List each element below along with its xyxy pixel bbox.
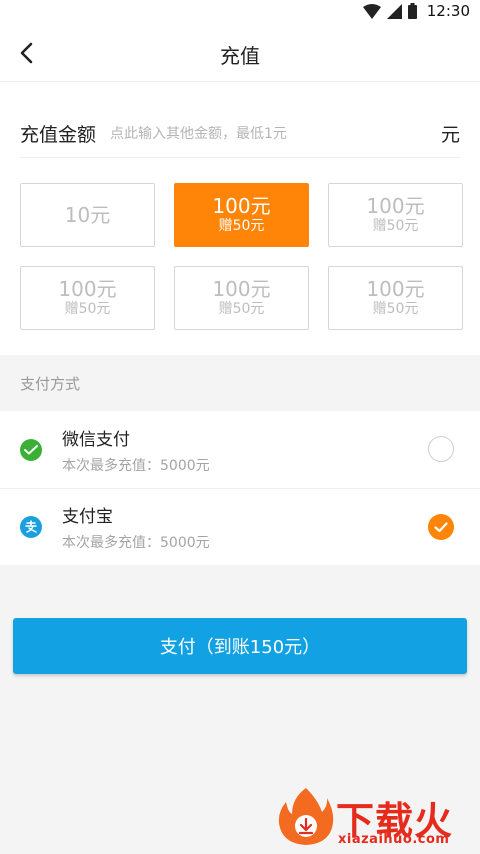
option-bonus: 赠50元 xyxy=(372,301,419,317)
amount-label: 充值金额 xyxy=(20,124,97,146)
wechat-radio[interactable] xyxy=(428,436,454,462)
payment-method-name: 微信支付 xyxy=(62,429,130,450)
option-amount: 100元 xyxy=(366,277,425,301)
option-amount: 100元 xyxy=(58,277,117,301)
wifi-icon xyxy=(362,3,381,19)
watermark-url: xiazaihuo.com xyxy=(338,832,450,847)
amount-option[interactable]: 100元 赠50元 xyxy=(328,266,463,330)
status-bar: 12:30 xyxy=(0,0,480,24)
status-time: 12:30 xyxy=(426,2,470,20)
alipay-icon xyxy=(20,516,42,538)
page-title: 充值 xyxy=(220,44,260,68)
amount-section: 充值金额 元 10元 100元 赠50元 100元 赠50元 100元 赠50元… xyxy=(0,82,480,355)
amount-row: 充值金额 元 xyxy=(20,82,460,158)
amount-option[interactable]: 100元 赠50元 xyxy=(328,183,463,247)
status-icons: 12:30 xyxy=(362,2,470,20)
payment-method-alipay[interactable]: 支付宝 本次最多充值：5000元 xyxy=(0,488,480,565)
nav-bar: 充值 xyxy=(0,24,480,82)
payment-method-limit: 本次最多充值：5000元 xyxy=(62,535,210,551)
signal-icon xyxy=(386,3,402,19)
payment-method-limit: 本次最多充值：5000元 xyxy=(62,457,210,474)
watermark-logo: 下载火 xiazaihuo.com xyxy=(278,786,474,852)
option-amount: 100元 xyxy=(366,194,425,218)
alipay-radio[interactable] xyxy=(428,514,454,540)
amount-option[interactable]: 10元 xyxy=(20,183,155,247)
option-amount: 10元 xyxy=(64,203,111,227)
payment-method-wechat[interactable]: 微信支付 本次最多充值：5000元 xyxy=(0,411,480,488)
amount-input[interactable] xyxy=(110,125,441,142)
option-amount: 100元 xyxy=(212,277,271,301)
option-bonus: 赠50元 xyxy=(64,301,111,317)
option-bonus: 赠50元 xyxy=(218,218,265,234)
amount-option[interactable]: 100元 赠50元 xyxy=(174,183,309,247)
amount-option[interactable]: 100元 赠50元 xyxy=(20,266,155,330)
checkmark-icon xyxy=(434,521,448,532)
amount-option[interactable]: 100元 赠50元 xyxy=(174,266,309,330)
option-bonus: 赠50元 xyxy=(372,218,419,234)
amount-unit: 元 xyxy=(440,124,460,146)
payment-method-list: 微信支付 本次最多充值：5000元 支付宝 本次最多充值：5000元 xyxy=(0,411,480,565)
option-amount: 100元 xyxy=(212,194,271,218)
pay-button[interactable]: 支付（到账150元） xyxy=(13,618,467,674)
payment-method-name: 支付宝 xyxy=(62,507,113,527)
option-bonus: 赠50元 xyxy=(218,301,265,317)
amount-options: 10元 100元 赠50元 100元 赠50元 100元 赠50元 100元 赠… xyxy=(20,158,463,355)
flame-logo-icon xyxy=(278,788,334,845)
payment-method-header: 支付方式 xyxy=(0,355,480,411)
wechat-pay-icon xyxy=(20,438,42,461)
battery-icon xyxy=(407,3,417,19)
